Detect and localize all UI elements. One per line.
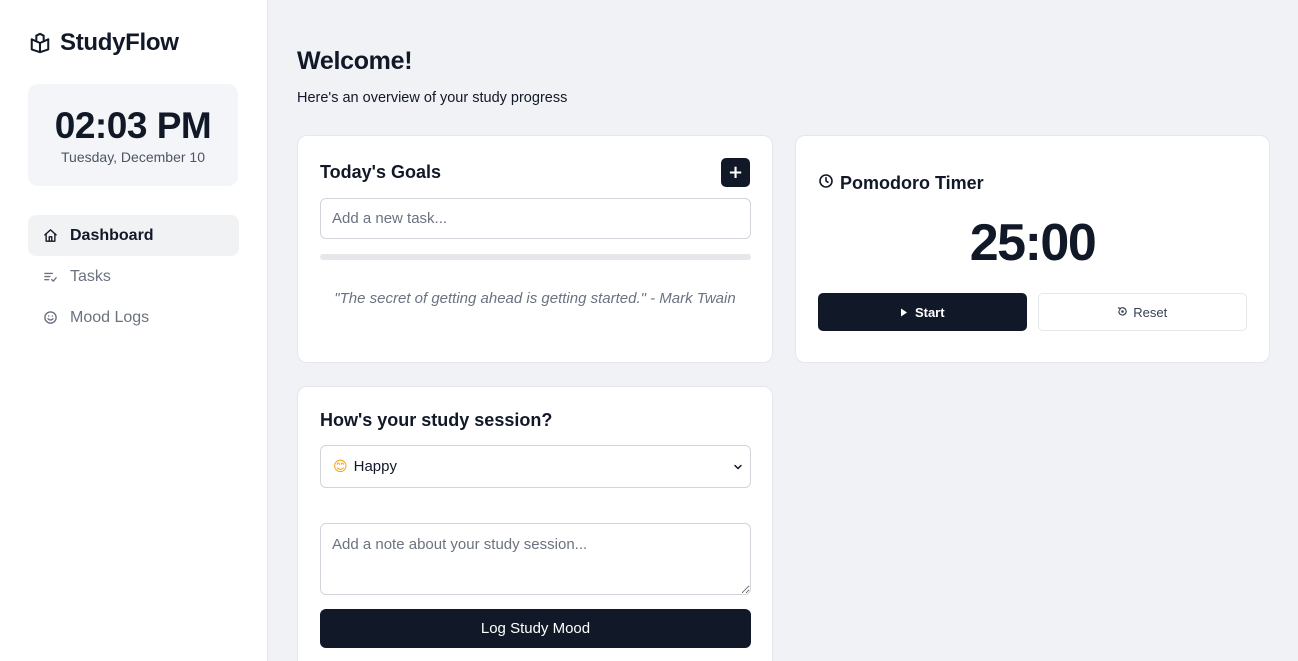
log-mood-button[interactable]: Log Study Mood: [320, 609, 751, 648]
goals-header: Today's Goals +: [320, 157, 750, 187]
reset-button-label: Reset: [1133, 304, 1168, 320]
sidebar-nav: Dashboard Tasks Mood Logs: [28, 215, 239, 338]
mood-emoji: 😊: [333, 458, 348, 475]
home-icon: [42, 228, 58, 244]
reset-button[interactable]: Reset: [1037, 293, 1247, 331]
page-subtitle: Here's an overview of your study progres…: [297, 90, 568, 106]
smile-icon: [42, 310, 58, 326]
sidebar: StudyFlow 02:03 PM Tuesday, December 10 …: [0, 0, 268, 661]
list-check-icon: [42, 269, 58, 285]
mood-select[interactable]: 😊 Happy: [320, 445, 751, 488]
clock-time: 02:03 PM: [54, 105, 212, 146]
goals-progress-bar: [320, 254, 751, 260]
pomodoro-card: Pomodoro Timer 25:00 Start Reset: [795, 135, 1270, 363]
page-title: Welcome!: [297, 47, 413, 75]
book-open-icon: [28, 31, 52, 55]
brand-name: StudyFlow: [60, 29, 179, 56]
sidebar-item-mood-logs[interactable]: Mood Logs: [28, 297, 239, 338]
start-button[interactable]: Start: [818, 293, 1027, 331]
goals-title: Today's Goals: [320, 161, 441, 182]
mood-card: How's your study session? 😊 Happy Log St…: [297, 386, 773, 661]
mood-title: How's your study session?: [320, 410, 553, 430]
timer-controls: Start Reset: [818, 293, 1247, 331]
chevron-down-icon: [732, 460, 744, 477]
timer-display: 25:00: [969, 214, 1097, 272]
sidebar-item-tasks[interactable]: Tasks: [28, 256, 239, 297]
start-button-label: Start: [914, 304, 945, 320]
app-root: StudyFlow 02:03 PM Tuesday, December 10 …: [0, 0, 1298, 661]
add-task-button[interactable]: +: [721, 157, 750, 187]
clock-date: Tuesday, December 10: [61, 149, 205, 165]
new-task-input[interactable]: [320, 198, 751, 239]
reset-icon: [1117, 305, 1128, 320]
clock-card: 02:03 PM Tuesday, December 10: [28, 84, 238, 186]
brand[interactable]: StudyFlow: [28, 28, 239, 58]
main-content: Welcome! Here's an overview of your stud…: [268, 0, 1298, 661]
play-icon: [900, 305, 908, 320]
clock-icon: [818, 173, 834, 194]
sidebar-item-label: Mood Logs: [70, 308, 150, 326]
goals-card: Today's Goals + "The secret of getting a…: [297, 135, 773, 363]
sidebar-item-dashboard[interactable]: Dashboard: [28, 215, 239, 256]
timer-header: Pomodoro Timer: [818, 172, 1247, 194]
timer-title: Pomodoro Timer: [840, 172, 984, 193]
mood-selected-label: Happy: [353, 458, 397, 475]
mood-note-textarea[interactable]: [320, 523, 751, 595]
sidebar-item-label: Tasks: [70, 267, 111, 285]
sidebar-item-label: Dashboard: [70, 226, 154, 244]
motivational-quote: "The secret of getting ahead is getting …: [334, 290, 736, 307]
